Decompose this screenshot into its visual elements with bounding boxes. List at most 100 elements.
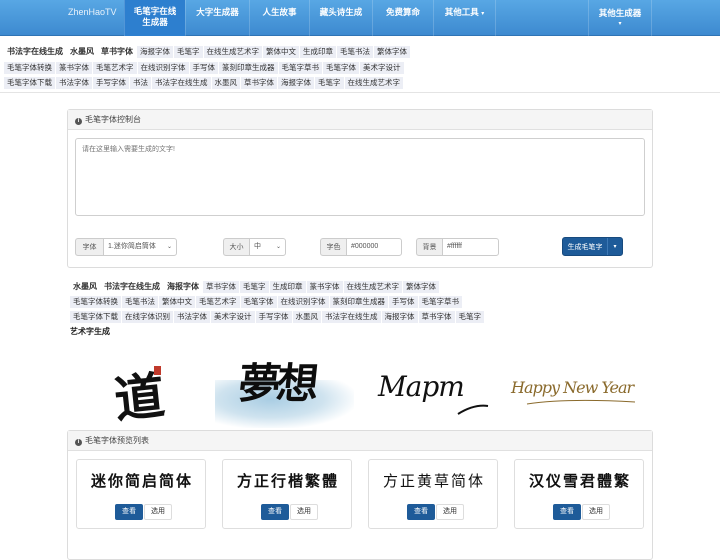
preview-panel: i 毛笔字体预览列表 迷你简启简体 查看 选用 方正行楷繁體 查看 选用 方正黄草… xyxy=(67,430,653,560)
nav-item-label: 免费算命 xyxy=(385,7,420,17)
panel-title: 毛笔字体预览列表 xyxy=(85,436,149,445)
tag-link[interactable]: 水墨风 xyxy=(211,77,240,89)
generate-button[interactable]: 生成毛笔字 ▾ xyxy=(562,237,623,256)
tag-link[interactable]: 海报字体 xyxy=(381,311,418,323)
font-select[interactable]: 1.迷你简启筒体 ⌄ xyxy=(103,238,177,256)
nav-item-label: 其他生成器 xyxy=(598,8,642,18)
font-preview-card: 方正黄草简体 查看 选用 xyxy=(368,459,498,529)
select-button[interactable]: 选用 xyxy=(290,504,318,520)
tag-link[interactable]: 篆刻印章生成器 xyxy=(219,62,278,74)
nav-item-big-text[interactable]: 大字生成器 xyxy=(185,0,249,36)
tag-link[interactable]: 毛笔字体下载 xyxy=(4,77,55,89)
tag-link[interactable]: 在线识别字体 xyxy=(277,296,329,308)
sample-happy-new-year[interactable]: Happy New Year xyxy=(507,340,652,428)
nav-item-other-tools[interactable]: 其他工具 ▾ xyxy=(433,0,496,36)
tag-link[interactable]: 生成印章 xyxy=(300,46,336,58)
mid-tag-row-2: 毛笔字体转换 毛笔书法 繁体中文 毛笔艺术字 毛笔字体 在线识别字体 篆刻印章生成器 手写体毛… xyxy=(70,296,548,309)
select-button[interactable]: 选用 xyxy=(436,504,464,520)
nav-item-other-generators[interactable]: 其他生成器 ▾ xyxy=(588,0,652,36)
tag-link[interactable]: 毛笔字体 xyxy=(240,296,277,308)
tag-link[interactable]: 在线生成艺术字 xyxy=(344,77,403,89)
chevron-down-icon: ⌄ xyxy=(275,244,281,250)
tag-link[interactable]: 手写字体 xyxy=(93,77,129,89)
tag-link[interactable]: 草书字体 xyxy=(241,77,277,89)
tag-link[interactable]: 毛笔书法 xyxy=(122,296,158,308)
tag-link[interactable]: 海报字体 xyxy=(164,281,202,293)
tag-link[interactable]: 草书字体 xyxy=(98,46,136,58)
bg-label: 背景 xyxy=(416,238,442,256)
sample-script-mapm[interactable]: Mapm xyxy=(362,340,502,428)
tag-link[interactable]: 在线生成艺术字 xyxy=(203,46,262,58)
select-button[interactable]: 选用 xyxy=(582,504,610,520)
tag-link[interactable]: 毛笔艺术字 xyxy=(196,296,240,308)
tag-link[interactable]: 水墨风 xyxy=(292,311,321,323)
tag-link[interactable]: 毛笔字体下载 xyxy=(70,311,121,323)
sample-dream-text: 夢想 xyxy=(236,359,318,408)
tag-link[interactable]: 手写体 xyxy=(189,62,218,74)
tag-link[interactable]: 书法字体 xyxy=(174,311,210,323)
view-button[interactable]: 查看 xyxy=(553,504,581,520)
font-preview-card: 迷你简启简体 查看 选用 xyxy=(76,459,206,529)
tag-link[interactable]: 书法字在线生成 xyxy=(101,281,163,293)
size-select-value: 中 xyxy=(254,243,261,250)
tag-link[interactable]: 水墨风 xyxy=(67,46,97,58)
tag-link[interactable]: 毛笔字体 xyxy=(323,62,359,74)
tag-link[interactable]: 美术字设计 xyxy=(360,62,404,74)
sample-dream-wash[interactable]: 夢想 xyxy=(215,340,354,428)
tag-link[interactable]: 篆书字体 xyxy=(56,62,92,74)
nav-item-acrostic[interactable]: 藏头诗生成 xyxy=(309,0,372,36)
view-button[interactable]: 查看 xyxy=(407,504,435,520)
tag-link[interactable]: 生成印章 xyxy=(269,281,306,293)
tag-link[interactable]: 手写字体 xyxy=(255,311,292,323)
caret-down-icon[interactable]: ▾ xyxy=(607,238,622,255)
tag-link[interactable]: 毛笔字 xyxy=(240,281,269,293)
tag-link[interactable]: 毛笔字草书 xyxy=(278,62,322,74)
tag-link[interactable]: 毛笔字 xyxy=(455,311,484,323)
caret-down-icon: ▾ xyxy=(481,11,485,17)
tag-link[interactable]: 毛笔字 xyxy=(174,46,203,58)
tag-link[interactable]: 书法字在线生成 xyxy=(152,77,211,89)
tag-link[interactable]: 篆刻印章生成器 xyxy=(329,296,388,308)
tag-link[interactable]: 手写体 xyxy=(389,296,418,308)
panel-title: 毛笔字体控制台 xyxy=(85,115,141,124)
tag-link[interactable]: 毛笔字 xyxy=(315,77,344,89)
tag-link[interactable]: 在线生成艺术字 xyxy=(343,281,402,293)
tag-link[interactable]: 海报字体 xyxy=(137,46,173,58)
top-tag-row-3: 毛笔字体下载 书法字体 手写字体 书法 书法字在线生成 水墨风 草书字体 海报字体 毛笔字 在线生… xyxy=(4,77,480,90)
tag-link[interactable]: 繁体字体 xyxy=(374,46,410,58)
sample-calligraphy-dao[interactable]: 道 xyxy=(70,340,210,428)
nav-item-brush-generator[interactable]: 毛笔字在线 生成器 xyxy=(124,0,185,36)
tag-link[interactable]: 毛笔艺术字 xyxy=(93,62,137,74)
font-preview-card: 汉仪雪君體繁 查看 选用 xyxy=(514,459,644,529)
brand-logo[interactable]: ZhenHaoTV xyxy=(68,0,117,25)
tag-link[interactable]: 在线字体识别 xyxy=(122,311,173,323)
tag-link[interactable]: 繁体中文 xyxy=(263,46,299,58)
tag-link[interactable]: 书法字在线生成 xyxy=(4,46,66,58)
nav-item-fortune[interactable]: 免费算命 xyxy=(372,0,433,36)
size-select[interactable]: 中 ⌄ xyxy=(249,238,286,256)
tag-link[interactable]: 水墨风 xyxy=(70,281,100,293)
tag-link[interactable]: 繁体字体 xyxy=(403,281,439,293)
tag-link[interactable]: 毛笔书法 xyxy=(337,46,373,58)
tag-link[interactable]: 篆书字体 xyxy=(306,281,343,293)
text-input[interactable] xyxy=(75,138,645,216)
tag-link[interactable]: 书法 xyxy=(130,77,151,89)
tag-link[interactable]: 草书字体 xyxy=(203,281,239,293)
nav-item-label: 人生故事 xyxy=(262,7,297,17)
tag-link[interactable]: 毛笔字体转换 xyxy=(70,296,121,308)
tag-link[interactable]: 在线识别字体 xyxy=(137,62,189,74)
tag-link[interactable]: 繁体中文 xyxy=(159,296,195,308)
tag-link[interactable]: 毛笔字草书 xyxy=(418,296,462,308)
tag-link[interactable]: 书法字体 xyxy=(56,77,92,89)
tag-link[interactable]: 美术字设计 xyxy=(211,311,255,323)
tag-link[interactable]: 毛笔字体转换 xyxy=(4,62,55,74)
view-button[interactable]: 查看 xyxy=(115,504,143,520)
select-button[interactable]: 选用 xyxy=(144,504,172,520)
tag-link[interactable]: 海报字体 xyxy=(278,77,314,89)
view-button[interactable]: 查看 xyxy=(261,504,289,520)
color-input[interactable]: #000000 xyxy=(346,238,402,256)
nav-item-life-story[interactable]: 人生故事 xyxy=(249,0,309,36)
tag-link[interactable]: 书法字在线生成 xyxy=(322,311,381,323)
bg-color-input[interactable]: #ffffff xyxy=(442,238,499,256)
tag-link[interactable]: 草书字体 xyxy=(418,311,455,323)
